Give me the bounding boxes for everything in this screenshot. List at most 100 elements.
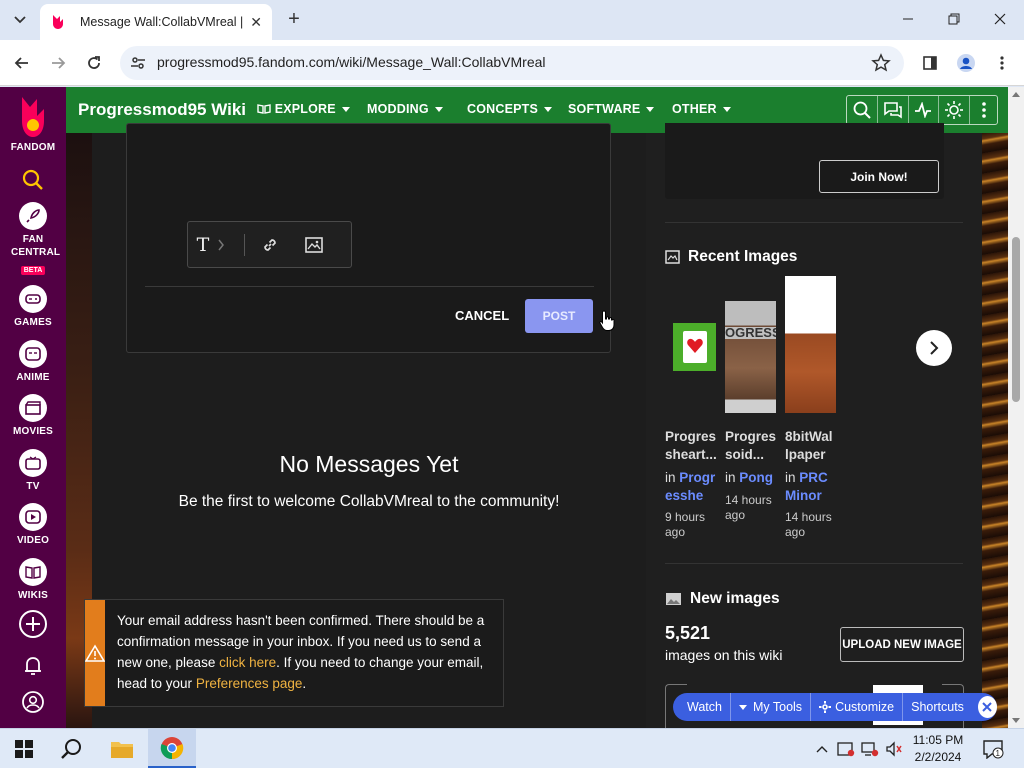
close-icon — [994, 13, 1006, 25]
header-search-button[interactable] — [847, 96, 878, 124]
windows-taskbar: 11:05 PM 2/2/2024 1 — [0, 728, 1024, 768]
restore-button[interactable] — [932, 6, 976, 34]
tab-title: Message Wall:CollabVMreal | P — [80, 15, 245, 29]
taskbar-clock[interactable]: 11:05 PM 2/2/2024 — [906, 732, 970, 766]
background-art-right — [982, 133, 1008, 728]
recent-image-name[interactable]: 8bitWal lpaper — [785, 428, 833, 464]
scroll-down-icon[interactable] — [1012, 718, 1020, 723]
rail-anime[interactable]: ANIME — [0, 339, 66, 384]
restore-icon — [948, 13, 960, 25]
rail-search-button[interactable] — [0, 165, 66, 195]
insert-image-button[interactable] — [295, 230, 333, 260]
site-info-icon[interactable] — [126, 51, 150, 75]
image-icon — [665, 250, 680, 264]
window-close-button[interactable] — [978, 6, 1022, 34]
new-tab-button[interactable]: + — [282, 8, 306, 32]
tab-search-button[interactable] — [8, 8, 32, 32]
rail-wikis[interactable]: WIKIS — [0, 557, 66, 602]
browser-menu-button[interactable] — [989, 50, 1015, 76]
customize-button[interactable]: Customize — [811, 693, 904, 721]
action-center-button[interactable]: 1 — [982, 739, 1004, 764]
chevron-right-icon — [930, 341, 939, 355]
wiki-name-link[interactable]: Progressmod95 Wiki — [78, 100, 246, 120]
nav-label: OTHER — [672, 102, 717, 116]
rail-video[interactable]: VIDEO — [0, 502, 66, 547]
shortcuts-button[interactable]: Shortcuts — [903, 693, 972, 721]
category-link[interactable]: Minor — [785, 487, 828, 505]
tab-close-icon[interactable]: ✕ — [250, 14, 262, 31]
volume-tray-icon[interactable] — [884, 739, 904, 759]
header-discuss-button[interactable] — [878, 96, 909, 124]
fandom-label: FANDOM — [10, 142, 56, 153]
category-link[interactable]: Progr — [679, 470, 715, 485]
recent-image-thumbnail[interactable]: OGRESS — [725, 301, 776, 413]
rail-user-button[interactable] — [0, 687, 66, 717]
browser-tab-strip: Message Wall:CollabVMreal | P ✕ + — [0, 0, 1024, 40]
svg-text:1: 1 — [996, 749, 1001, 758]
join-card: Join Now! — [665, 123, 944, 199]
minimize-button[interactable] — [886, 6, 930, 34]
category-link[interactable]: Pong — [739, 470, 773, 485]
tv-icon — [19, 449, 47, 477]
rail-fan-central[interactable]: FAN CENTRAL BETA — [0, 201, 66, 277]
bookmark-star-icon[interactable] — [870, 52, 892, 74]
header-more-button[interactable] — [970, 96, 997, 124]
rail-notifications-button[interactable] — [0, 651, 66, 681]
rail-movies[interactable]: MOVIES — [0, 393, 66, 438]
nav-software[interactable]: SOFTWARE — [568, 102, 655, 116]
taskbar-search-button[interactable] — [48, 729, 96, 768]
fandom-favicon-icon — [53, 15, 63, 29]
security-tray-icon[interactable] — [836, 739, 856, 759]
side-panel-button[interactable] — [917, 50, 943, 76]
page-scrollbar[interactable] — [1008, 87, 1024, 728]
header-theme-button[interactable] — [939, 96, 971, 124]
recent-image-name[interactable]: Progres sheart... — [665, 428, 717, 464]
chrome-taskbar-button[interactable] — [148, 729, 196, 768]
recent-image-category: in Progr esshe — [665, 470, 716, 505]
upload-new-image-button[interactable]: UPLOAD NEW IMAGE — [840, 627, 964, 662]
toolbar-close-button[interactable] — [977, 696, 997, 718]
fandom-logo-link[interactable]: FANDOM — [0, 95, 66, 154]
watch-button[interactable]: Watch — [673, 693, 731, 721]
nav-concepts[interactable]: CONCEPTS — [467, 102, 553, 116]
profile-button[interactable] — [953, 50, 979, 76]
post-button[interactable]: POST — [525, 299, 593, 333]
insert-link-button[interactable] — [245, 230, 295, 260]
network-tray-icon[interactable] — [860, 739, 880, 759]
scroll-up-icon[interactable] — [1012, 92, 1020, 97]
preferences-link[interactable]: Preferences page — [196, 676, 303, 691]
nav-other[interactable]: OTHER — [672, 102, 731, 116]
rail-tv[interactable]: TV — [0, 448, 66, 493]
rail-games[interactable]: GAMES — [0, 284, 66, 329]
back-button[interactable] — [9, 50, 35, 76]
editor-divider — [145, 286, 594, 287]
text-format-button[interactable]: T — [188, 230, 234, 260]
browser-tab[interactable]: Message Wall:CollabVMreal | P ✕ — [40, 4, 272, 40]
nav-modding[interactable]: MODDING — [367, 102, 443, 116]
start-button[interactable] — [0, 729, 48, 768]
folder-icon — [111, 742, 133, 758]
cancel-button[interactable]: CANCEL — [455, 308, 509, 323]
my-tools-button[interactable]: My Tools — [731, 693, 812, 721]
carousel-next-button[interactable] — [916, 330, 952, 366]
windows-logo-icon — [15, 740, 33, 758]
address-bar[interactable]: progressmod95.fandom.com/wiki/Message_Wa… — [120, 46, 904, 80]
click-here-link[interactable]: click here — [219, 655, 276, 670]
file-explorer-button[interactable] — [98, 729, 146, 768]
image-icon — [666, 593, 681, 605]
join-now-button[interactable]: Join Now! — [819, 160, 939, 193]
hand-pointer-icon — [599, 310, 615, 331]
category-link[interactable]: esshe — [665, 487, 715, 505]
tray-overflow-icon[interactable] — [812, 739, 832, 759]
recent-image-name[interactable]: Progres soid... — [725, 428, 776, 464]
scrollbar-thumb[interactable] — [1012, 237, 1020, 402]
header-activity-button[interactable] — [909, 96, 940, 124]
recent-image-thumbnail[interactable] — [785, 276, 836, 413]
nav-explore[interactable]: EXPLORE — [257, 102, 350, 116]
reload-button[interactable] — [81, 50, 107, 76]
forward-button[interactable] — [45, 50, 71, 76]
recent-image-thumbnail[interactable] — [673, 323, 716, 371]
rail-create-button[interactable] — [0, 609, 66, 639]
image-icon — [305, 236, 323, 253]
category-link[interactable]: PRC — [799, 470, 828, 485]
